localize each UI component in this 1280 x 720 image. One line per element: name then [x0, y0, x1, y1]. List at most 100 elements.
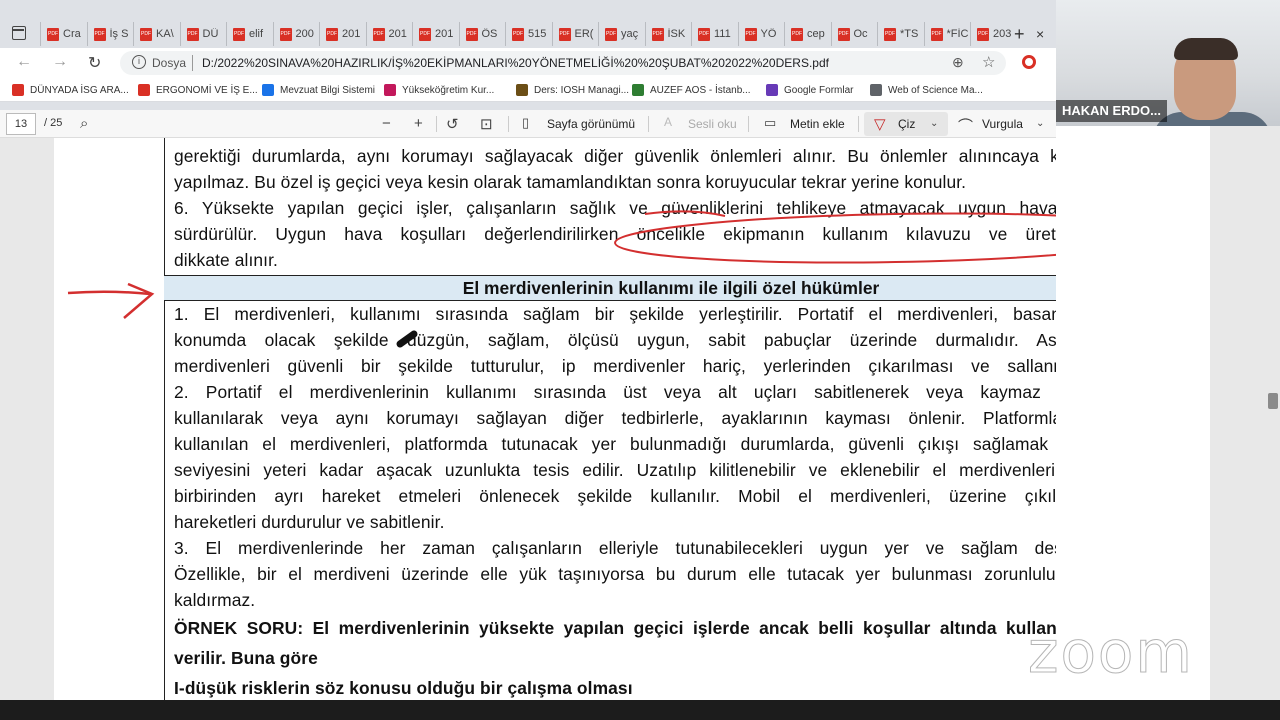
close-tab-icon[interactable]: × [1036, 22, 1054, 46]
browser-tab[interactable]: PDF 111 [691, 22, 737, 46]
pdf-file-icon: PDF [930, 27, 943, 41]
browser-tab[interactable]: PDF Oc [830, 22, 877, 46]
browser-tab[interactable]: PDF elif [226, 22, 272, 46]
pdf-file-icon: PDF [744, 27, 757, 41]
tab-label: 515 [528, 28, 547, 40]
bookmark-star-icon[interactable]: ☆ [982, 53, 995, 71]
text-line: seviyesini yeteri kadar aşacak uzunlukta… [174, 460, 1056, 480]
tab-label: İSK [667, 28, 686, 40]
browser-tab[interactable]: PDF 201 [319, 22, 365, 46]
text-line: dikkate alınır. [174, 250, 278, 270]
browser-tab[interactable]: PDF yaç [598, 22, 644, 46]
tab-label: İş S [109, 28, 129, 40]
scrollbar-thumb[interactable] [1268, 393, 1278, 409]
forward-icon[interactable]: → [52, 53, 68, 71]
bookmark-favicon-icon [870, 84, 882, 96]
browser-tab[interactable]: PDF 200 [272, 22, 319, 46]
browser-tab[interactable]: PDF ER( [551, 22, 598, 46]
draw-icon[interactable]: ▽ [874, 115, 886, 133]
text-line: kullanılarak veya aynı korumayı sağlayan… [174, 408, 1056, 428]
address-bar[interactable]: i Dosya D:/2022%20SINAVA%20HAZIRLIK/İŞ%2… [120, 51, 1006, 75]
taskbar-strip [0, 700, 1280, 720]
search-icon[interactable]: ⌕ [80, 115, 88, 132]
text-line: kaldırmaz. [174, 590, 256, 610]
browser-tab[interactable]: PDF Cra [40, 22, 86, 46]
text-line: 2. Portatif el merdivenlerinin kullanımı… [174, 382, 1056, 402]
bookmark-item[interactable]: Yükseköğretim Kur... [384, 82, 494, 98]
text-line: kullanılan el merdivenleri, platformda t… [174, 434, 1056, 454]
browser-tab[interactable]: PDF DÜ [179, 22, 226, 46]
new-tab-button[interactable]: + [1014, 24, 1025, 45]
shared-screen-edge [1056, 126, 1280, 700]
bookmark-favicon-icon [384, 84, 396, 96]
tab-label: YÖ [760, 28, 777, 40]
zoom-in-icon[interactable]: + [414, 115, 423, 132]
highlight-icon[interactable]: ⌒ [958, 115, 973, 136]
pdf-file-icon: PDF [279, 27, 292, 41]
bookmark-label: Ders: IOSH Managi... [534, 84, 630, 96]
text-line: hareketleri durdurulur ve sabitlenir. [174, 512, 445, 532]
bookmark-item[interactable]: ERGONOMİ VE İŞ E... [138, 82, 258, 98]
pdf-toolbar: 13 / 25 ⌕ − + ↺ ⊡ ▯ Sayfa görünümü A Ses… [0, 110, 1056, 138]
tab-label: 200 [295, 28, 314, 40]
browser-tab[interactable]: PDF 201 [412, 22, 458, 46]
highlight-button[interactable]: Vurgula [982, 117, 1023, 131]
divider [436, 116, 437, 132]
pdf-file-icon: PDF [326, 27, 338, 41]
browser-tab[interactable]: PDF YÖ [737, 22, 784, 46]
draw-button[interactable]: Çiz [898, 117, 915, 131]
bookmark-item[interactable]: DÜNYADA İSG ARA... [12, 82, 129, 98]
bookmark-favicon-icon [138, 84, 150, 96]
page-number-input[interactable]: 13 [6, 113, 36, 135]
table-border-left [164, 138, 165, 700]
browser-tab[interactable]: PDF 203 [970, 22, 1016, 46]
tab-actions-icon[interactable] [12, 26, 26, 40]
bookmark-favicon-icon [12, 84, 24, 96]
browser-tab[interactable]: PDF *FİC [923, 22, 970, 46]
pdf-file-icon: PDF [698, 27, 710, 41]
divider [508, 116, 509, 132]
add-text-button[interactable]: Metin ekle [790, 117, 845, 131]
chevron-down-icon[interactable]: ⌄ [1036, 118, 1044, 129]
example-question-line: ÖRNEK SORU: El merdivenlerinin yüksekte … [174, 618, 1056, 638]
tab-label: 201 [342, 28, 361, 40]
tab-label: *TS [900, 28, 919, 40]
reload-icon[interactable]: ↻ [88, 53, 101, 73]
bookmark-label: AUZEF AOS - İstanb... [650, 84, 751, 96]
bookmark-item[interactable]: Google Formlar [766, 82, 853, 98]
zoom-icon[interactable]: ⊕ [952, 54, 964, 71]
bookmark-item[interactable]: Web of Science Ma... [870, 82, 983, 98]
scheme-label: Dosya [152, 56, 187, 70]
extension-icon[interactable] [1022, 55, 1036, 69]
pdf-file-icon: PDF [93, 27, 106, 41]
fit-page-icon[interactable]: ⊡ [480, 115, 493, 133]
address-row: ← → ↻ i Dosya D:/2022%20SINAVA%20HAZIRLI… [0, 48, 1056, 78]
browser-tab[interactable]: PDF KA\ [133, 22, 179, 46]
page-view-icon[interactable]: ▯ [522, 115, 529, 131]
add-text-icon[interactable]: ▭ [764, 115, 776, 131]
page-view-button[interactable]: Sayfa görünümü [547, 117, 635, 131]
pdf-viewport[interactable]: gerektiği durumlarda, aynı korumayı sağl… [0, 138, 1056, 700]
read-aloud-button: Sesli oku [688, 117, 737, 131]
tab-label: cep [807, 28, 825, 40]
rotate-icon[interactable]: ↺ [446, 115, 459, 133]
zoom-out-icon[interactable]: − [382, 115, 391, 132]
bookmark-item[interactable]: AUZEF AOS - İstanb... [632, 82, 751, 98]
browser-tab[interactable]: PDF ÖS [458, 22, 505, 46]
separator [192, 55, 193, 71]
browser-tab[interactable]: PDF cep [784, 22, 830, 46]
pdf-file-icon: PDF [465, 27, 478, 41]
chevron-down-icon[interactable]: ⌄ [930, 118, 938, 129]
browser-tab[interactable]: PDF İş S [86, 22, 133, 46]
browser-tab[interactable]: PDF İSK [644, 22, 691, 46]
bookmark-favicon-icon [516, 84, 528, 96]
browser-tab[interactable]: PDF 201 [365, 22, 412, 46]
url-text[interactable]: D:/2022%20SINAVA%20HAZIRLIK/İŞ%20EKİPMAN… [202, 56, 829, 70]
back-icon[interactable]: ← [16, 53, 32, 71]
bookmark-item[interactable]: Ders: IOSH Managi... [516, 82, 629, 98]
info-icon[interactable]: i [132, 55, 146, 69]
browser-tab[interactable]: PDF *TS [877, 22, 923, 46]
bookmark-item[interactable]: Mevzuat Bilgi Sistemi [262, 82, 375, 98]
bookmark-label: Yükseköğretim Kur... [402, 84, 495, 96]
browser-tab[interactable]: PDF 515 [505, 22, 551, 46]
